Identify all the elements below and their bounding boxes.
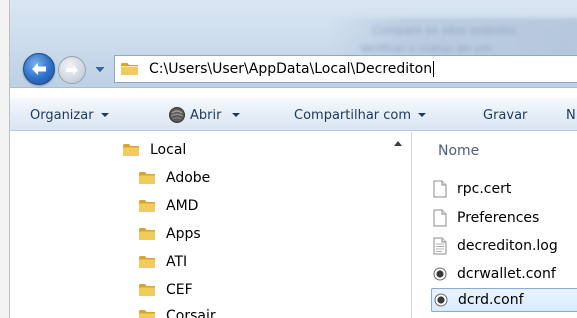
document-icon: [433, 180, 447, 198]
tree-item-label: AMD: [166, 198, 199, 214]
file-row-dcrwallet-conf[interactable]: dcrwallet.conf: [433, 262, 577, 286]
command-bar: Organizar Abrir Compartilhar com Gravar …: [10, 97, 577, 131]
arrow-left-icon: [32, 63, 46, 75]
folder-icon: [123, 144, 139, 156]
share-with-button[interactable]: Compartilhar com: [294, 98, 427, 132]
organize-label: Organizar: [30, 107, 94, 123]
burn-button[interactable]: Gravar: [483, 98, 527, 132]
tree-item-label: CEF: [166, 282, 193, 298]
background-text-1: Compare os sites exibidos: [372, 24, 517, 37]
address-bar[interactable]: C:\Users\User\AppData\Local\Decrediton: [114, 55, 577, 83]
open-button[interactable]: Abrir: [168, 98, 241, 132]
file-row-rpc-cert[interactable]: rpc.cert: [433, 177, 577, 201]
folder-icon: [139, 284, 155, 296]
folder-icon: [139, 200, 155, 212]
arrow-right-icon: [66, 65, 78, 75]
tree-item-local[interactable]: Local: [122, 138, 186, 162]
tree-item-label: Apps: [166, 226, 201, 242]
tree-item-label: Local: [150, 142, 187, 158]
text-caret: [433, 61, 435, 77]
organize-button[interactable]: Organizar: [30, 98, 109, 132]
tree-item-amd[interactable]: AMD: [138, 194, 198, 218]
folder-icon: [139, 228, 155, 240]
tree-item-label: Corsair: [166, 308, 216, 318]
new-folder-button[interactable]: N: [566, 98, 576, 132]
chevron-down-icon: [100, 113, 109, 117]
document-icon: [433, 209, 447, 227]
folder-icon: [139, 310, 155, 318]
navigation-pane: Local Adobe AMD Apps ATI CEF Corsair: [10, 132, 388, 318]
tree-item-label: ATI: [166, 254, 188, 270]
file-name: decrediton.log: [457, 238, 558, 254]
window-left-edge: [0, 0, 10, 318]
recent-locations-button[interactable]: [94, 64, 106, 74]
folder-icon: [139, 256, 155, 268]
column-header-name[interactable]: Nome: [438, 143, 479, 159]
folder-icon: [139, 172, 155, 184]
tree-item-ati[interactable]: ATI: [138, 250, 187, 274]
open-with-icon: [169, 107, 185, 123]
file-name: rpc.cert: [457, 181, 512, 197]
file-row-dcrd-conf[interactable]: dcrd.conf: [431, 288, 577, 312]
tree-item-apps[interactable]: Apps: [138, 222, 201, 246]
chevron-down-icon: [95, 66, 105, 72]
folder-icon: [121, 63, 138, 75]
address-path[interactable]: C:\Users\User\AppData\Local\Decrediton: [149, 61, 432, 77]
burn-label: Gravar: [483, 107, 528, 123]
file-list-pane: Nome rpc.cert Preferences decrediton.log: [413, 132, 577, 318]
text-document-icon: [433, 237, 447, 255]
file-row-preferences[interactable]: Preferences: [433, 206, 577, 230]
navigation-scrollbar[interactable]: [388, 132, 412, 318]
tree-item-label: Adobe: [166, 170, 211, 186]
background-text-2: Verificar o status de um: [360, 42, 492, 55]
tree-item-corsair[interactable]: Corsair: [138, 304, 216, 318]
open-label: Abrir: [190, 107, 222, 123]
file-name: Preferences: [457, 210, 540, 226]
config-file-icon: [433, 267, 447, 281]
scroll-up-arrow-icon[interactable]: [394, 141, 402, 146]
file-name: dcrd.conf: [458, 292, 524, 308]
tree-item-cef[interactable]: CEF: [138, 278, 193, 302]
forward-button[interactable]: [58, 56, 86, 84]
file-name: dcrwallet.conf: [457, 266, 556, 282]
chevron-down-icon: [232, 113, 241, 117]
overflow-label: N: [566, 107, 576, 123]
tree-item-adobe[interactable]: Adobe: [138, 166, 210, 190]
explorer-window: Compare os sites exibidos Verificar o st…: [0, 0, 577, 318]
back-button[interactable]: [23, 53, 55, 85]
share-label: Compartilhar com: [294, 107, 412, 123]
chevron-down-icon: [418, 113, 427, 117]
config-file-icon: [434, 293, 448, 307]
file-row-decrediton-log[interactable]: decrediton.log: [433, 234, 577, 258]
